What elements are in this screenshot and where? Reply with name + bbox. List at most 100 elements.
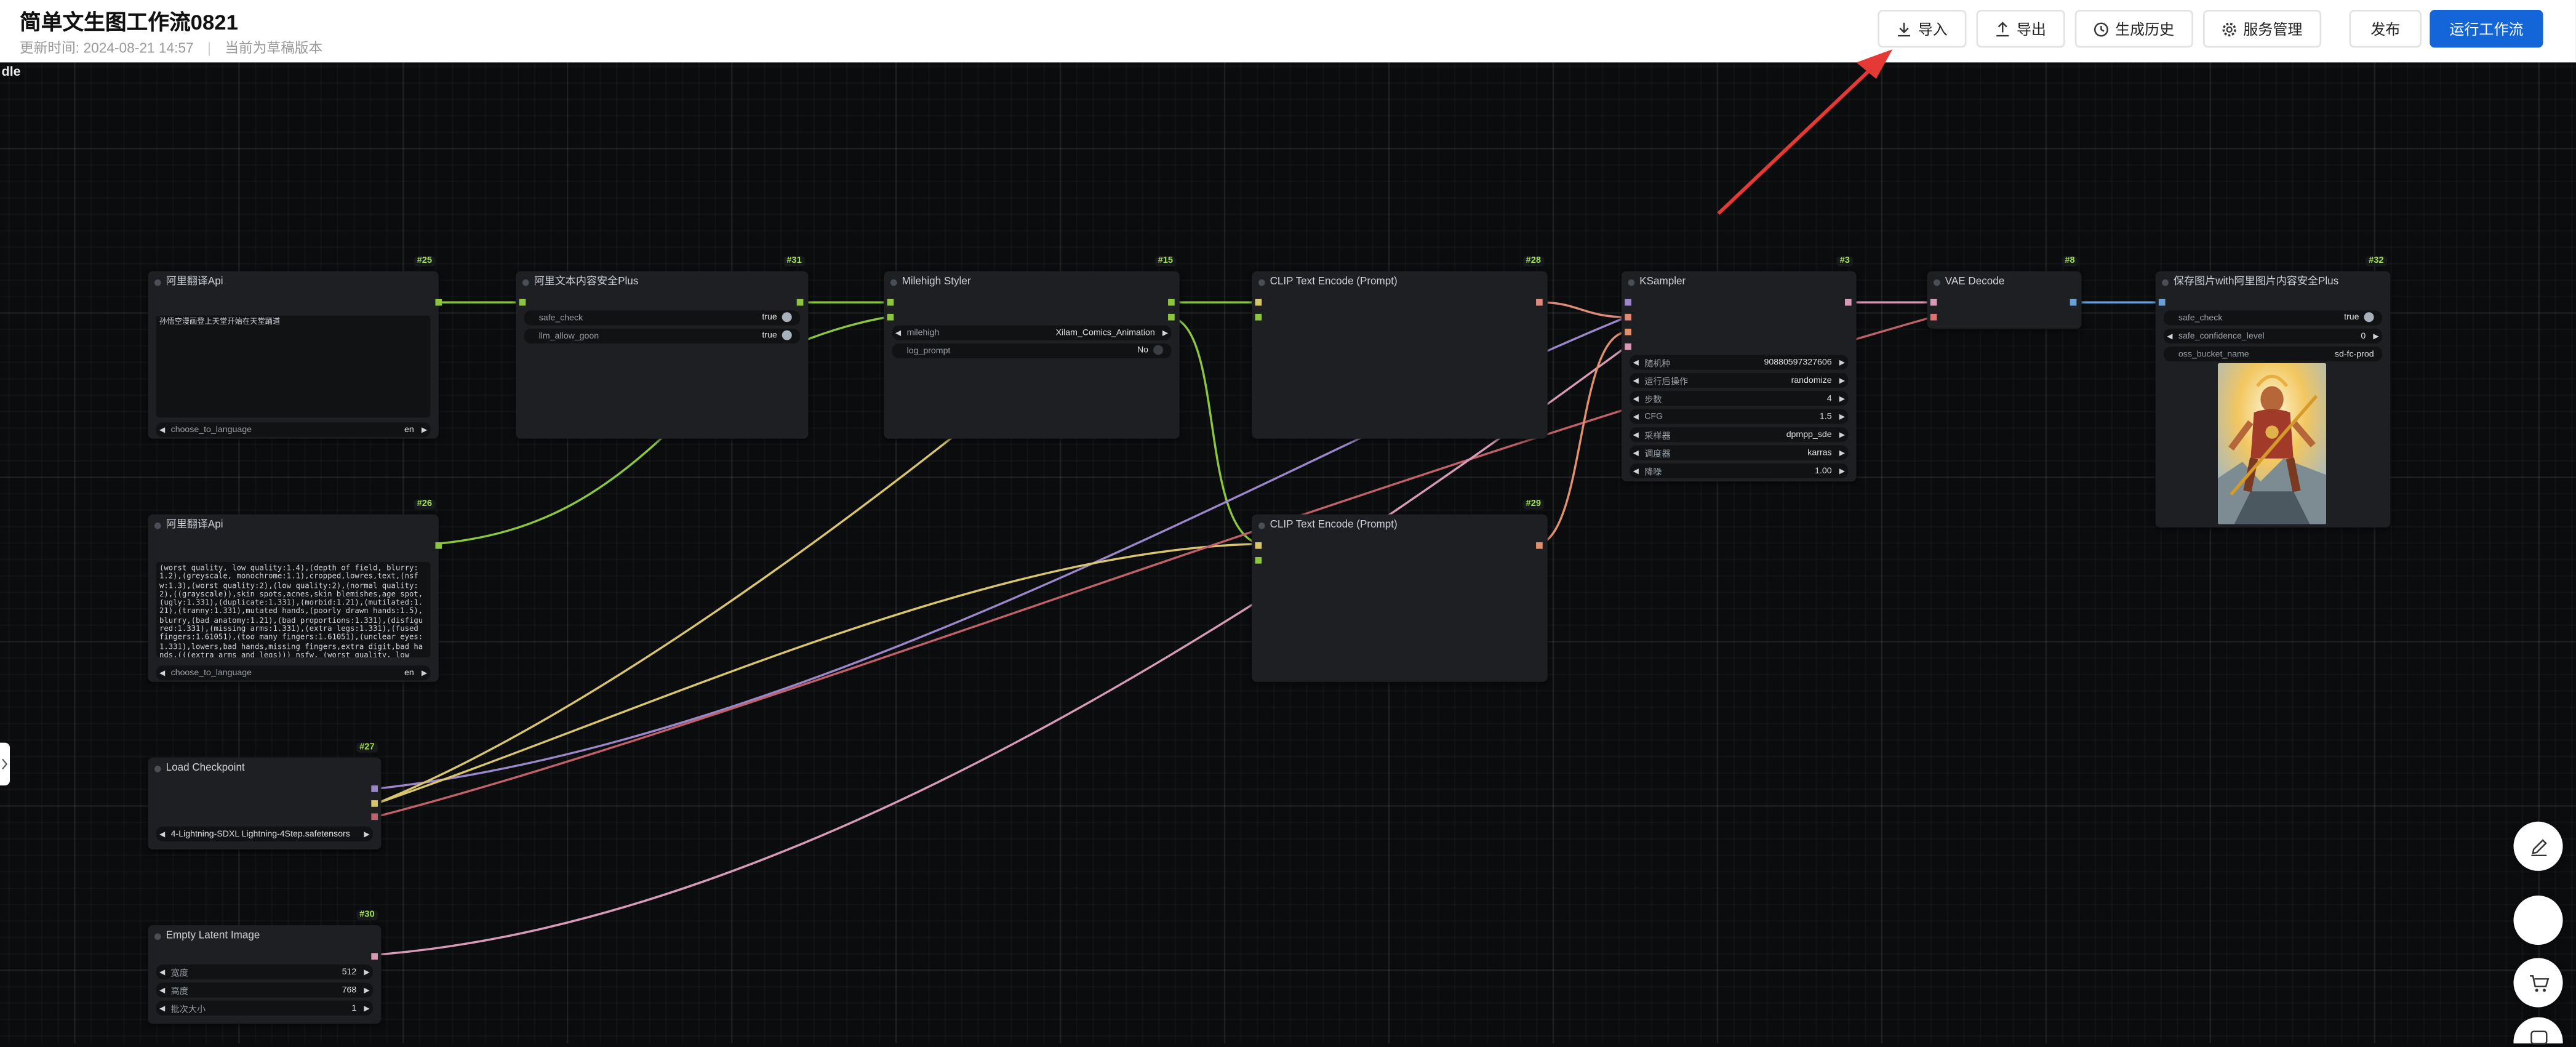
safe-check-toggle[interactable]: safe_check true [524, 310, 801, 326]
output-socket[interactable] [435, 542, 442, 549]
clip-output-socket[interactable] [371, 800, 378, 807]
vae-input-socket[interactable] [1930, 313, 1937, 321]
download-icon [1898, 22, 1911, 36]
node-id: #25 [414, 256, 436, 267]
gear-icon [2223, 22, 2238, 36]
safe-confidence-input[interactable]: safe_confidence_level 0 [2163, 328, 2382, 343]
node-clip-encode-29[interactable]: #29 CLIP Text Encode (Prompt) [1252, 499, 1548, 682]
node-id: #8 [2062, 256, 2079, 267]
node-id: #30 [356, 910, 378, 920]
cart-fab[interactable] [2513, 958, 2563, 1008]
service-button[interactable]: 服务管理 [2202, 10, 2322, 48]
node-load-checkpoint-27[interactable]: #27 Load Checkpoint 4-Lightning-SDXL Lig… [148, 742, 382, 850]
prompt-textarea[interactable]: 孙悟空漫画登上天堂开始在天堂踊道 [156, 315, 431, 418]
node-id: #15 [1154, 256, 1177, 267]
node-translate-26[interactable]: #26 阿里翻译Api (worst quality, low quality:… [148, 499, 442, 682]
node-id: #3 [1836, 256, 1854, 267]
publish-label: 发布 [2370, 21, 2401, 38]
checkpoint-select[interactable]: 4-Lightning-SDXL Lightning-4Step.safeten… [156, 826, 373, 841]
denoise-input[interactable]: 降噪1.00 [1630, 463, 1849, 478]
steps-input[interactable]: 步数4 [1630, 391, 1849, 406]
language-select[interactable]: choose_to_language en [156, 422, 431, 438]
cfg-input[interactable]: CFG1.5 [1630, 409, 1849, 424]
text-input-socket[interactable] [1255, 313, 1262, 321]
node-text-safety-31[interactable]: #31 阿里文本内容安全Plus safe_check true llm_all… [516, 256, 809, 439]
images-input-socket[interactable] [2158, 299, 2166, 306]
input-socket[interactable] [519, 299, 526, 306]
export-label: 导出 [2016, 21, 2046, 38]
node-save-image-32[interactable]: #32 保存图片with阿里图片内容安全Plus safe_check true… [2155, 256, 2391, 528]
language-select[interactable]: choose_to_language en [156, 665, 431, 681]
latent-output-socket[interactable] [1844, 299, 1852, 306]
image-output-socket[interactable] [2070, 299, 2077, 306]
samples-input-socket[interactable] [1930, 299, 1937, 306]
sampler-select[interactable]: 采样器dpmpp_sde [1630, 427, 1849, 443]
generated-image-preview[interactable] [2217, 363, 2327, 524]
node-title: KSampler [1622, 271, 1857, 294]
node-id: #27 [356, 742, 378, 753]
queue-status: dle [1, 64, 21, 79]
seed-input[interactable]: 随机种908805973276​06 [1630, 355, 1849, 370]
updated-time: 2024-08-21 14:57 [83, 39, 194, 56]
run-workflow-button[interactable]: 运行工作流 [2430, 10, 2543, 48]
clip-input-socket[interactable] [1255, 542, 1262, 549]
style-select[interactable]: milehigh Xilam_Comics_Animation [892, 325, 1172, 340]
node-id: #29 [1522, 499, 1545, 510]
safe-check-toggle[interactable]: safe_check true [2163, 310, 2382, 326]
node-clip-encode-28[interactable]: #28 CLIP Text Encode (Prompt) [1252, 256, 1548, 439]
llm-allow-toggle[interactable]: llm_allow_goon true [524, 328, 801, 343]
side-panel-toggle[interactable] [0, 742, 10, 786]
model-output-socket[interactable] [371, 785, 378, 792]
node-translate-25[interactable]: #25 阿里翻译Api 孙悟空漫画登上天堂开始在天堂踊道 choose_to_l… [148, 256, 442, 439]
node-empty-latent-30[interactable]: #30 Empty Latent Image 宽度512 高度768 批次大小1 [148, 910, 382, 1024]
upload-icon [1997, 20, 2010, 36]
node-title: Load Checkpoint [148, 758, 381, 780]
control-after-generate-select[interactable]: 运行后操作randomize [1630, 372, 1849, 388]
import-button[interactable]: 导入 [1878, 10, 1967, 48]
import-label: 导入 [1918, 21, 1948, 38]
model-input-socket[interactable] [1625, 299, 1631, 306]
edit-fab[interactable] [2513, 821, 2563, 871]
output-socket[interactable] [1168, 299, 1175, 306]
positive-input-socket[interactable] [1625, 313, 1631, 321]
output-socket[interactable] [435, 299, 442, 306]
oss-bucket-input[interactable]: oss_bucket_name sd-fc-prod [2163, 347, 2382, 362]
clock-icon [2095, 22, 2110, 36]
node-ksampler-3[interactable]: #3 KSampler 随机种908805973276​06 运行后操作rand… [1621, 256, 1857, 482]
height-input[interactable]: 高度768 [156, 982, 373, 998]
vae-output-socket[interactable] [371, 813, 378, 820]
latent-output-socket[interactable] [371, 953, 378, 960]
batch-size-input[interactable]: 批次大小1 [156, 1000, 373, 1016]
export-button[interactable]: 导出 [1976, 10, 2065, 48]
updated-label: 更新时间: [20, 39, 80, 56]
node-id: #32 [2365, 256, 2387, 267]
text-input-socket[interactable] [1255, 556, 1262, 564]
conditioning-output-socket[interactable] [1536, 299, 1543, 306]
workflow-title: 简单文生图工作流0821 [20, 10, 238, 35]
output-socket[interactable] [796, 299, 804, 306]
service-label: 服务管理 [2243, 21, 2303, 38]
history-label: 生成历史 [2115, 21, 2175, 38]
history-button[interactable]: 生成历史 [2074, 10, 2193, 48]
node-title: CLIP Text Encode (Prompt) [1252, 515, 1548, 537]
publish-button[interactable]: 发布 [2349, 10, 2422, 48]
clip-input-socket[interactable] [1255, 299, 1262, 306]
negative-prompt-textarea[interactable]: (worst quality, low quality:1.4),(depth … [156, 562, 431, 657]
input-socket[interactable] [887, 313, 894, 321]
node-vae-decode-8[interactable]: #8 VAE Decode [1927, 256, 2082, 329]
input-socket[interactable] [887, 299, 894, 306]
node-title: 保存图片with阿里图片内容安全Plus [2156, 271, 2391, 294]
monkey-king-illustration [2217, 363, 2327, 524]
log-prompt-toggle[interactable]: log_prompt No [892, 343, 1172, 358]
blank-fab[interactable] [2513, 895, 2563, 945]
node-milehigh-styler-15[interactable]: #15 Milehigh Styler milehigh Xilam_Comic… [884, 256, 1180, 439]
negative-input-socket[interactable] [1625, 328, 1631, 335]
panel-icon [2529, 1030, 2547, 1045]
width-input[interactable]: 宽度512 [156, 965, 373, 980]
conditioning-output-socket[interactable] [1536, 542, 1543, 549]
node-title: Empty Latent Image [148, 925, 381, 948]
latent-input-socket[interactable] [1625, 343, 1631, 350]
node-title: 阿里翻译Api [148, 515, 439, 537]
output-socket[interactable] [1168, 313, 1175, 321]
scheduler-select[interactable]: 调度器karras [1630, 445, 1849, 460]
